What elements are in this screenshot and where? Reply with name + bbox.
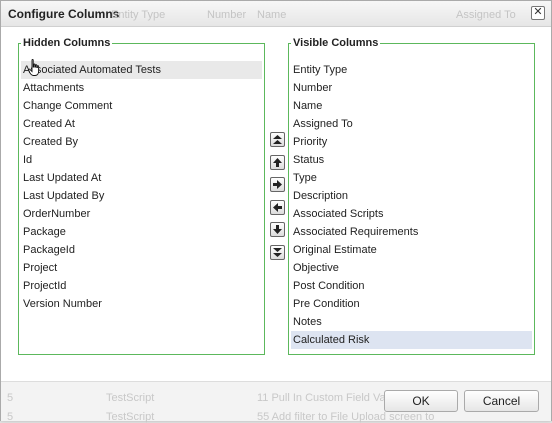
cancel-button[interactable]: Cancel: [464, 390, 539, 412]
list-item[interactable]: Created At: [21, 115, 262, 133]
visible-columns-legend: Visible Columns: [293, 37, 379, 49]
move-down-button[interactable]: [270, 222, 285, 237]
list-item[interactable]: Project: [21, 259, 262, 277]
list-item[interactable]: Pre Condition: [291, 295, 532, 313]
dialog-title: Configure Columns: [8, 7, 120, 21]
list-item[interactable]: Priority: [291, 133, 532, 151]
hidden-columns-panel: Hidden Columns Associated Automated Test…: [18, 37, 265, 355]
hand-cursor-icon: [28, 59, 40, 76]
list-item[interactable]: Number: [291, 79, 532, 97]
list-item[interactable]: Original Estimate: [291, 241, 532, 259]
hidden-columns-legend: Hidden Columns: [23, 37, 111, 49]
ok-button[interactable]: OK: [384, 390, 458, 412]
list-item[interactable]: Associated Automated Tests: [21, 61, 262, 79]
right-arrow-icon: [273, 180, 282, 189]
list-item[interactable]: Version Number: [21, 295, 262, 313]
move-up-button[interactable]: [270, 154, 285, 170]
move-left-button[interactable]: [270, 199, 285, 215]
list-item[interactable]: Change Comment: [21, 97, 262, 115]
move-top-button[interactable]: [270, 132, 285, 147]
list-item-selected[interactable]: Calculated Risk: [291, 331, 532, 349]
list-item[interactable]: Last Updated At: [21, 169, 262, 187]
list-item[interactable]: Assigned To: [291, 115, 532, 133]
double-down-arrow-icon: [273, 248, 282, 257]
list-item[interactable]: Notes: [291, 313, 532, 331]
background-header-name: Name: [257, 9, 287, 21]
background-header-number: Number: [207, 9, 247, 21]
list-item[interactable]: Description: [291, 187, 532, 205]
left-arrow-icon: [273, 202, 282, 212]
move-buttons: [270, 132, 286, 267]
list-item[interactable]: Last Updated By: [21, 187, 262, 205]
list-item[interactable]: ProjectId: [21, 277, 262, 295]
dialog-title-bar[interactable]: Configure Columns Entity Type Number Nam…: [1, 1, 551, 27]
list-item[interactable]: Attachments: [21, 79, 262, 97]
list-item[interactable]: Id: [21, 151, 262, 169]
list-item[interactable]: Entity Type: [291, 61, 532, 79]
hidden-columns-list[interactable]: Associated Automated Tests Attachments C…: [21, 61, 262, 352]
list-item[interactable]: Associated Requirements: [291, 223, 532, 241]
list-item[interactable]: Package: [21, 223, 262, 241]
list-item[interactable]: OrderNumber: [21, 205, 262, 223]
list-item[interactable]: Type: [291, 169, 532, 187]
list-item[interactable]: Post Condition: [291, 277, 532, 295]
move-bottom-button[interactable]: [270, 244, 285, 260]
background-row-id: 5: [7, 411, 14, 423]
background-row-name: 11 Pull In Custom Field Va: [257, 392, 386, 404]
list-item[interactable]: Name: [291, 97, 532, 115]
background-row-id: 5: [7, 392, 14, 404]
list-item[interactable]: Objective: [291, 259, 532, 277]
up-arrow-icon: [273, 157, 282, 167]
list-item[interactable]: Associated Scripts: [291, 205, 532, 223]
background-row-type: TestScript: [106, 392, 155, 404]
list-item[interactable]: Status: [291, 151, 532, 169]
background-row-type: TestScript: [106, 411, 155, 423]
close-icon[interactable]: ✕: [531, 6, 545, 20]
visible-columns-panel: Visible Columns Entity Type Number Name …: [288, 37, 535, 355]
move-right-button[interactable]: [270, 177, 285, 192]
configure-columns-dialog: Configure Columns Entity Type Number Nam…: [0, 0, 552, 423]
double-up-arrow-icon: [273, 134, 282, 144]
background-header-entity-type: Entity Type: [111, 9, 166, 21]
list-item[interactable]: Created By: [21, 133, 262, 151]
background-row-name: 55 Add filter to File Upload screen to: [257, 411, 435, 423]
visible-columns-list[interactable]: Entity Type Number Name Assigned To Prio…: [291, 61, 532, 352]
down-arrow-icon: [273, 225, 282, 234]
background-header-assigned-to: Assigned To: [456, 9, 516, 21]
list-item[interactable]: PackageId: [21, 241, 262, 259]
